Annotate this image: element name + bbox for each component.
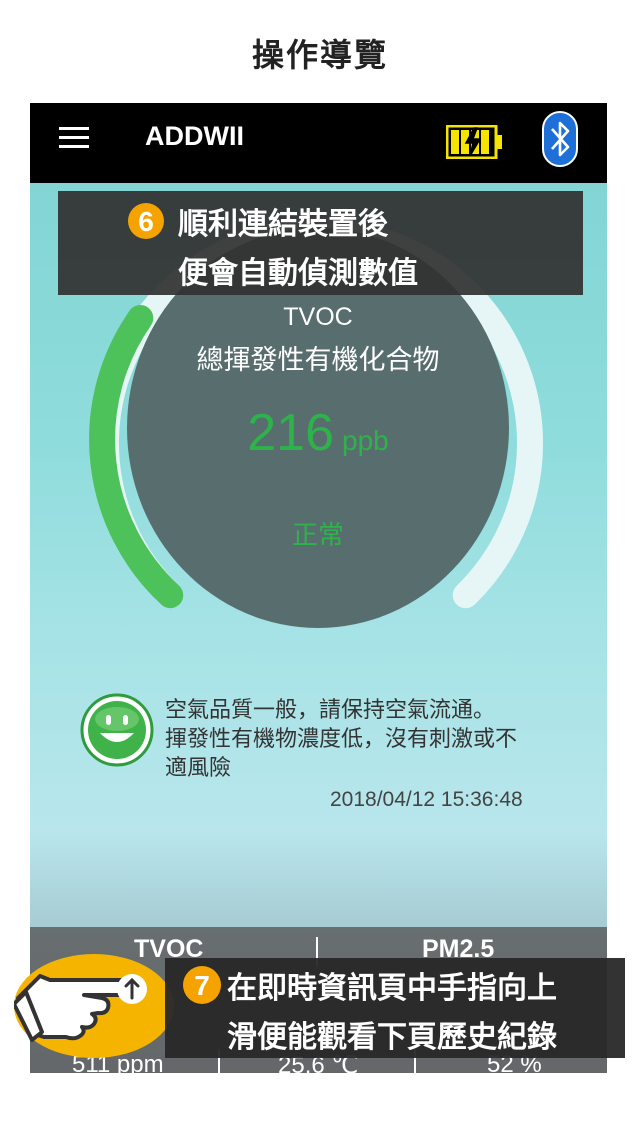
app-title: ADDWII	[145, 121, 244, 151]
page-title: 操作導覽	[251, 36, 388, 74]
guide-line-2: 滑便能觀看下頁歷史紀錄	[227, 1020, 557, 1055]
smiley-face-icon	[80, 693, 154, 771]
guide-line-1: 在即時資訊頁中手指向上	[227, 971, 557, 1006]
timestamp: 2018/04/12 15:36:48	[330, 788, 523, 811]
pointing-hand-icon	[12, 958, 144, 1052]
advice-line-3: 適風險	[165, 756, 232, 781]
phone-screen: ADDWII TVOC 總揮發性有機化合物 216 ppb 正常 6 順利連結裝…	[30, 103, 607, 1073]
step-badge: 6	[128, 203, 164, 239]
step-badge: 7	[183, 966, 221, 1004]
app-bar: ADDWII	[30, 103, 607, 183]
reading-name-cn: 總揮發性有機化合物	[196, 345, 440, 376]
advice-line-2: 揮發性有機物濃度低，沒有刺激或不	[165, 727, 518, 752]
guide-overlay-step-6: 6 順利連結裝置後 便會自動偵測數值	[58, 191, 583, 295]
guide-line-1: 順利連結裝置後	[178, 207, 388, 242]
reading-status: 正常	[291, 521, 344, 551]
reading-value: 216	[247, 404, 335, 462]
up-arrow-icon	[117, 974, 147, 1004]
reading-unit: ppb	[342, 425, 389, 456]
bluetooth-icon[interactable]	[542, 111, 578, 171]
reading-value-group: 216 ppb	[127, 403, 509, 463]
guide-line-2: 便會自動偵測數值	[178, 256, 418, 291]
battery-charging-icon	[445, 124, 504, 163]
advice-text: 空氣品質一般，請保持空氣流通。 揮發性有機物濃度低，沒有刺激或不 適風險	[165, 696, 565, 783]
reading-name: TVOC	[283, 303, 353, 331]
advice-line-1: 空氣品質一般，請保持空氣流通。	[165, 698, 496, 723]
guide-overlay-step-7: 7 在即時資訊頁中手指向上 滑便能觀看下頁歷史紀錄	[165, 958, 625, 1058]
hamburger-menu-icon[interactable]	[59, 127, 89, 149]
